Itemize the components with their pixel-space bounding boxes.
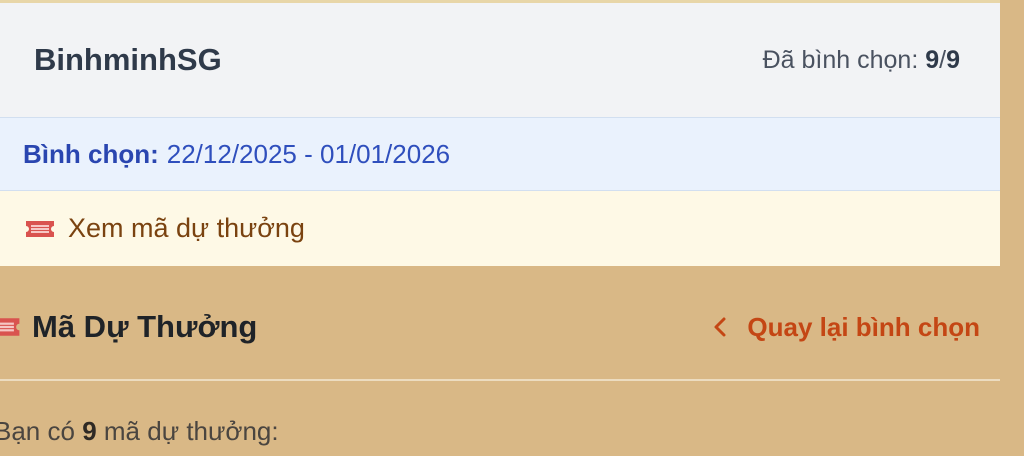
ticket-icon [0, 318, 20, 336]
ticket-icon [26, 220, 54, 237]
votes-done: 9 [925, 45, 940, 74]
username: BinhminhSG [34, 42, 222, 77]
voting-period-range: 22/12/2025 - 01/01/2026 [166, 138, 451, 169]
vote-count: Đã bình chọn: 9/9 [763, 46, 960, 75]
back-to-voting-label: Quay lại bình chọn [747, 311, 980, 342]
vote-count-label: Đã bình chọn: [762, 45, 919, 74]
ticket-count-summary: Bạn có 9 mã dự thưởng: [0, 416, 279, 447]
back-to-voting-link[interactable]: Quay lại bình chọn [713, 312, 1000, 343]
section-divider [0, 379, 1000, 381]
chevron-left-icon [714, 317, 726, 337]
view-tickets-label: Xem mã dự thưởng [68, 213, 305, 243]
summary-suffix: mã dự thưởng: [103, 416, 279, 446]
view-tickets-link[interactable]: Xem mã dự thưởng [0, 191, 1000, 266]
section-title-text: Mã Dự Thưởng [32, 309, 258, 344]
card-header: BinhminhSG Đã bình chọn: 9/9 [0, 0, 1000, 117]
voting-period-label: Bình chọn: [23, 138, 159, 169]
summary-prefix: Bạn có [0, 416, 75, 446]
user-vote-card: BinhminhSG Đã bình chọn: 9/9 Bình chọn: … [0, 0, 1000, 266]
votes-total: 9 [946, 45, 960, 74]
section-title: Mã Dự Thưởng [0, 309, 257, 345]
ticket-count: 9 [82, 416, 97, 446]
voting-period: Bình chọn: 22/12/2025 - 01/01/2026 [0, 117, 1000, 191]
tickets-section-header: Mã Dự Thưởng Quay lại bình chọn [0, 290, 1000, 364]
